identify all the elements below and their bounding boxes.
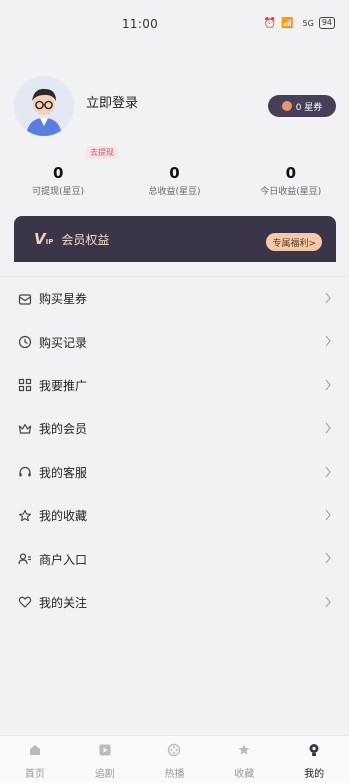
stat-label: 可提现(星豆) xyxy=(32,187,85,197)
chevron-right-icon xyxy=(325,552,331,564)
crown-icon xyxy=(17,421,33,437)
tab-home[interactable]: 首页 xyxy=(0,736,70,783)
status-icons: ⏰ 📶 5G 94 xyxy=(264,17,335,29)
menu-label: 我的关注 xyxy=(39,595,88,610)
withdraw-tag[interactable]: 去提现 xyxy=(86,146,118,159)
menu-label: 我的收藏 xyxy=(39,509,88,524)
film-reel-icon xyxy=(168,743,181,757)
stat-withdrawable[interactable]: 0 可提现(星豆) xyxy=(0,164,116,197)
play-icon xyxy=(99,744,111,756)
status-bar: 11:00 ⏰ 📶 5G 94 xyxy=(0,0,349,48)
chevron-right-icon xyxy=(325,422,331,434)
earnings-stats: 0 可提现(星豆) 0 总收益(星豆) 0 今日收益(星豆) xyxy=(0,164,349,197)
tab-mine[interactable]: 我的 xyxy=(279,736,349,783)
vip-benefits-card[interactable]: VIP 会员权益 专属福利> xyxy=(14,216,336,262)
stat-today-earnings[interactable]: 0 今日收益(星豆) xyxy=(233,164,349,197)
menu-item-buy-coupons[interactable]: 购买星券 xyxy=(0,277,349,320)
tab-label: 热播 xyxy=(164,769,185,780)
chevron-right-icon xyxy=(325,292,331,304)
profile-header: 立即登录 0 星券 xyxy=(14,76,336,140)
tab-label: 我的 xyxy=(304,769,325,780)
tab-label: 追剧 xyxy=(94,769,115,780)
vip-logo-icon: VIP xyxy=(34,230,54,248)
bottom-tab-bar: 首页 追剧 热播 收藏 我的 xyxy=(0,735,349,783)
chevron-right-icon xyxy=(325,466,331,477)
qr-grid-icon xyxy=(17,377,33,393)
login-link[interactable]: 立即登录 xyxy=(86,92,138,111)
headset-icon xyxy=(17,464,33,480)
lightbulb-user-icon xyxy=(309,744,319,756)
menu-label: 购买星券 xyxy=(39,292,88,307)
alarm-icon: ⏰ xyxy=(263,17,277,29)
tab-favorites[interactable]: 收藏 xyxy=(209,736,279,783)
star-icon xyxy=(17,508,33,524)
stat-label: 今日收益(星豆) xyxy=(260,187,322,197)
exclusive-benefits-button[interactable]: 专属福利> xyxy=(266,233,322,251)
avatar[interactable] xyxy=(14,76,74,136)
network-indicator: 5G xyxy=(302,18,314,28)
menu-list: 购买星券 购买记录 我要推广 我的会员 我的客服 我的收藏 商户入口 我的关注 xyxy=(0,276,349,625)
menu-label: 商户入口 xyxy=(39,552,88,567)
menu-item-purchase-records[interactable]: 购买记录 xyxy=(0,320,349,363)
stat-value: 0 xyxy=(169,164,180,182)
menu-item-membership[interactable]: 我的会员 xyxy=(0,407,349,450)
stat-label: 总收益(星豆) xyxy=(148,187,201,197)
tab-label: 收藏 xyxy=(234,769,255,780)
clock-record-icon xyxy=(17,334,33,350)
tab-binge[interactable]: 追剧 xyxy=(70,736,140,783)
stat-value: 0 xyxy=(52,164,64,182)
tab-label: 首页 xyxy=(24,769,45,780)
user-card-icon xyxy=(17,551,33,567)
mail-coupon-icon xyxy=(17,291,33,307)
menu-item-merchant-entry[interactable]: 商户入口 xyxy=(0,537,349,580)
chevron-right-icon xyxy=(325,509,331,521)
home-icon xyxy=(29,745,40,755)
coupon-icon xyxy=(281,101,292,111)
menu-item-promote[interactable]: 我要推广 xyxy=(0,364,349,407)
chevron-right-icon xyxy=(325,596,331,608)
wifi-icon: 📶 xyxy=(281,17,294,29)
chevron-right-icon xyxy=(325,379,331,391)
menu-item-favorites[interactable]: 我的收藏 xyxy=(0,494,349,537)
tab-trending[interactable]: 热播 xyxy=(140,736,210,783)
menu-label: 我要推广 xyxy=(39,378,88,393)
coupon-balance-label: 0 星券 xyxy=(295,102,323,113)
menu-label: 我的客服 xyxy=(39,465,88,480)
coupon-balance-button[interactable]: 0 星券 xyxy=(268,95,336,117)
menu-label: 我的会员 xyxy=(39,422,88,437)
chevron-right-icon xyxy=(325,336,331,347)
battery-icon: 94 xyxy=(318,17,335,29)
menu-label: 购买记录 xyxy=(39,335,88,350)
menu-item-following[interactable]: 我的关注 xyxy=(0,581,349,624)
stat-value: 0 xyxy=(285,164,297,182)
menu-item-customer-service[interactable]: 我的客服 xyxy=(0,451,349,494)
status-time: 11:00 xyxy=(122,17,159,31)
stat-total-earnings[interactable]: 0 总收益(星豆) xyxy=(116,164,232,197)
vip-title: 会员权益 xyxy=(61,232,110,247)
heart-icon xyxy=(17,594,33,610)
star-icon xyxy=(238,744,250,755)
